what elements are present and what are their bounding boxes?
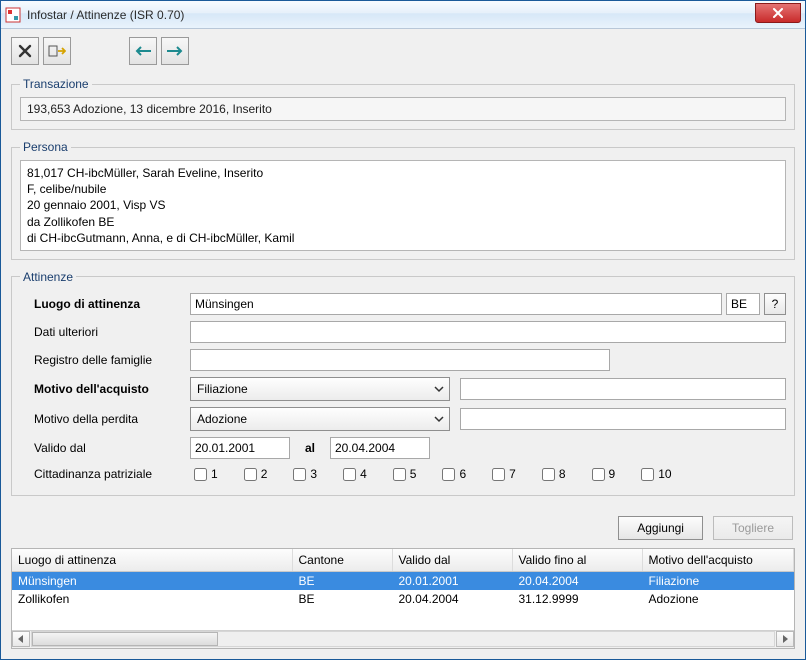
cell-valido_dal: 20.04.2004 <box>392 590 512 608</box>
help-button[interactable]: ? <box>764 293 786 315</box>
cittadinanza-checkbox-1[interactable]: 1 <box>190 465 218 484</box>
forward-button[interactable] <box>161 37 189 65</box>
cittadinanza-checkbox-input-9[interactable] <box>592 468 605 481</box>
cittadinanza-checkbox-label: 5 <box>410 467 417 481</box>
scroll-right-icon[interactable] <box>776 631 794 647</box>
cell-valido_dal: 20.01.2001 <box>392 571 512 590</box>
attinenze-legend: Attinenze <box>20 270 76 284</box>
label-motivo-acquisto: Motivo dell'acquisto <box>20 382 190 396</box>
titlebar: Infostar / Attinenze (ISR 0.70) <box>1 1 805 29</box>
cittadinanza-checkbox-label: 6 <box>459 467 466 481</box>
cell-cantone: BE <box>292 571 392 590</box>
togliere-button[interactable]: Togliere <box>713 516 793 540</box>
attinenze-grid: Luogo di attinenza Cantone Valido dal Va… <box>11 548 795 649</box>
scroll-left-icon[interactable] <box>12 631 30 647</box>
combo-motivo-perdita[interactable]: Adozione <box>190 407 450 431</box>
label-cittadinanza: Cittadinanza patriziale <box>20 467 190 481</box>
cittadinanza-checkbox-input-5[interactable] <box>393 468 406 481</box>
cittadinanza-checkbox-input-3[interactable] <box>293 468 306 481</box>
cittadinanza-checkbox-8[interactable]: 8 <box>538 465 566 484</box>
cell-motivo: Adozione <box>642 590 794 608</box>
input-registro[interactable] <box>190 349 610 371</box>
col-cantone[interactable]: Cantone <box>292 549 392 572</box>
back-button[interactable] <box>129 37 157 65</box>
cittadinanza-checkbox-label: 2 <box>261 467 268 481</box>
input-motivo-acquisto-extra[interactable] <box>460 378 786 400</box>
label-luogo: Luogo di attinenza <box>20 297 190 311</box>
col-motivo[interactable]: Motivo dell'acquisto <box>642 549 794 572</box>
transazione-group: Transazione 193,653 Adozione, 13 dicembr… <box>11 77 795 130</box>
input-valido-al[interactable] <box>330 437 430 459</box>
cittadinanza-checkbox-2[interactable]: 2 <box>240 465 268 484</box>
cittadinanza-checkbox-10[interactable]: 10 <box>637 465 671 484</box>
cittadinanza-checkbox-7[interactable]: 7 <box>488 465 516 484</box>
input-dati-ulteriori[interactable] <box>190 321 786 343</box>
col-valido-dal[interactable]: Valido dal <box>392 549 512 572</box>
scroll-thumb[interactable] <box>32 632 218 646</box>
combo-motivo-acquisto[interactable]: Filiazione <box>190 377 450 401</box>
col-luogo[interactable]: Luogo di attinenza <box>12 549 292 572</box>
export-button[interactable] <box>43 37 71 65</box>
col-valido-fino[interactable]: Valido fino al <box>512 549 642 572</box>
grid-horizontal-scrollbar[interactable] <box>12 630 794 648</box>
label-motivo-perdita: Motivo della perdita <box>20 412 190 426</box>
toolbar <box>1 29 805 71</box>
cittadinanza-checkbox-4[interactable]: 4 <box>339 465 367 484</box>
close-button[interactable] <box>755 3 801 23</box>
persona-text: 81,017 CH-ibcMüller, Sarah Eveline, Inse… <box>20 160 786 251</box>
input-motivo-perdita-extra[interactable] <box>460 408 786 430</box>
persona-legend: Persona <box>20 140 71 154</box>
label-dati-ulteriori: Dati ulteriori <box>20 325 190 339</box>
scroll-track[interactable] <box>31 631 775 647</box>
cittadinanza-checkbox-input-10[interactable] <box>641 468 654 481</box>
chevron-down-icon <box>433 383 445 395</box>
cittadinanza-checkbox-label: 1 <box>211 467 218 481</box>
cittadinanza-checkbox-label: 3 <box>310 467 317 481</box>
cittadinanza-checkbox-5[interactable]: 5 <box>389 465 417 484</box>
cell-valido_fino: 31.12.9999 <box>512 590 642 608</box>
combo-motivo-acquisto-value: Filiazione <box>197 382 248 396</box>
input-valido-dal[interactable] <box>190 437 290 459</box>
cittadinanza-checkbox-input-4[interactable] <box>343 468 356 481</box>
cittadinanza-checkbox-input-7[interactable] <box>492 468 505 481</box>
transazione-legend: Transazione <box>20 77 92 91</box>
cell-valido_fino: 20.04.2004 <box>512 571 642 590</box>
app-icon <box>5 7 21 23</box>
label-registro: Registro delle famiglie <box>20 353 190 367</box>
window-title: Infostar / Attinenze (ISR 0.70) <box>27 8 184 22</box>
cell-luogo: Münsingen <box>12 571 292 590</box>
table-row[interactable]: ZollikofenBE20.04.200431.12.9999Adozione <box>12 590 794 608</box>
cittadinanza-checkbox-row: 1 2 3 4 5 6 7 8 9 10 <box>190 465 694 484</box>
cell-cantone: BE <box>292 590 392 608</box>
label-valido-dal: Valido dal <box>20 441 190 455</box>
cittadinanza-checkbox-6[interactable]: 6 <box>438 465 466 484</box>
aggiungi-button[interactable]: Aggiungi <box>618 516 703 540</box>
input-cantone-suffix[interactable] <box>726 293 760 315</box>
combo-motivo-perdita-value: Adozione <box>197 412 247 426</box>
cell-luogo: Zollikofen <box>12 590 292 608</box>
cittadinanza-checkbox-label: 4 <box>360 467 367 481</box>
label-al: al <box>290 441 330 455</box>
cell-motivo: Filiazione <box>642 571 794 590</box>
transazione-value: 193,653 Adozione, 13 dicembre 2016, Inse… <box>20 97 786 121</box>
cittadinanza-checkbox-label: 8 <box>559 467 566 481</box>
cancel-button[interactable] <box>11 37 39 65</box>
cittadinanza-checkbox-input-2[interactable] <box>244 468 257 481</box>
cittadinanza-checkbox-label: 9 <box>609 467 616 481</box>
cittadinanza-checkbox-label: 10 <box>658 467 671 481</box>
cittadinanza-checkbox-9[interactable]: 9 <box>588 465 616 484</box>
action-button-row: Aggiungi Togliere <box>11 506 795 548</box>
table-row[interactable]: MünsingenBE20.01.200120.04.2004Filiazion… <box>12 571 794 590</box>
cittadinanza-checkbox-label: 7 <box>509 467 516 481</box>
input-luogo[interactable] <box>190 293 722 315</box>
cittadinanza-checkbox-3[interactable]: 3 <box>289 465 317 484</box>
cittadinanza-checkbox-input-6[interactable] <box>442 468 455 481</box>
app-window: Infostar / Attinenze (ISR 0.70) Transazi… <box>0 0 806 660</box>
chevron-down-icon <box>433 413 445 425</box>
cittadinanza-checkbox-input-1[interactable] <box>194 468 207 481</box>
cittadinanza-checkbox-input-8[interactable] <box>542 468 555 481</box>
grid-header-row: Luogo di attinenza Cantone Valido dal Va… <box>12 549 794 572</box>
attinenze-group: Attinenze Luogo di attinenza ? Dati ulte… <box>11 270 795 496</box>
persona-group: Persona 81,017 CH-ibcMüller, Sarah Eveli… <box>11 140 795 260</box>
